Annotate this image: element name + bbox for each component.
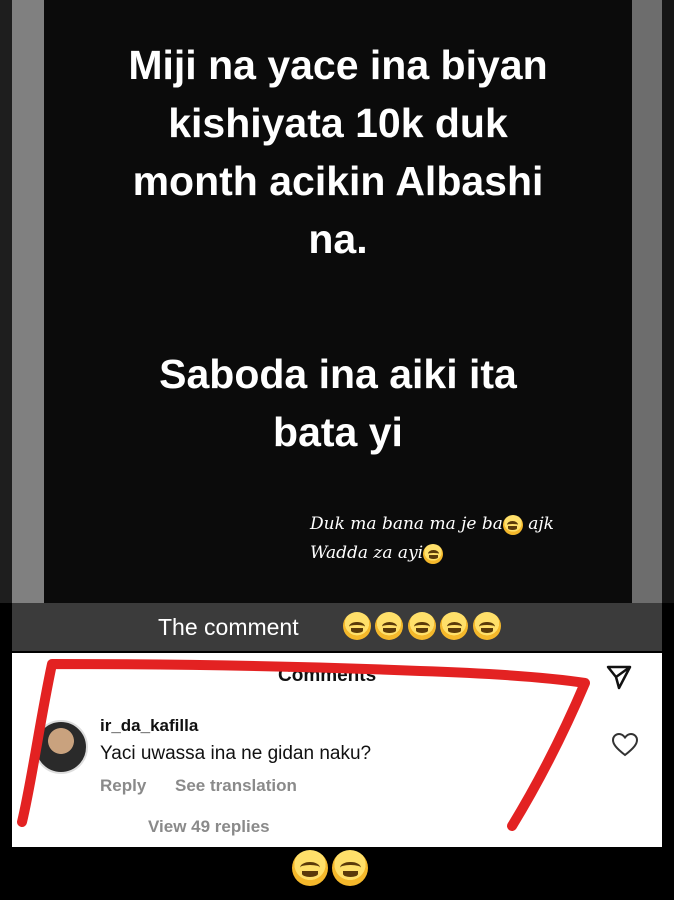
view-replies-button[interactable]: View 49 replies	[148, 817, 270, 837]
small-text-line: Duk ma bana ma je ba	[310, 514, 503, 534]
subheadline-line: bata yi	[273, 409, 403, 455]
comments-title: Comments	[278, 665, 377, 686]
story-right-border	[632, 0, 674, 603]
laughing-emoji	[332, 850, 369, 886]
story-headline: Miji na yace ina biyan kishiyata 10k duk…	[60, 36, 616, 268]
kiss-emoji	[502, 514, 523, 535]
caption-emojis	[343, 612, 501, 640]
shushing-emoji	[423, 543, 444, 564]
send-icon[interactable]	[606, 664, 632, 690]
headline-line: kishiyata 10k duk	[168, 100, 508, 146]
story-left-border	[0, 0, 44, 603]
heart-icon[interactable]	[612, 733, 638, 757]
headline-line: month acikin Albashi	[132, 158, 544, 204]
comment-text: Yaci uwassa ina ne gidan naku?	[100, 743, 372, 764]
story-subheadline: Saboda ina aiki ita bata yi	[60, 345, 616, 461]
laughing-emoji	[440, 612, 469, 640]
headline-line: Miji na yace ina biyan	[128, 42, 548, 88]
headline-line: na.	[308, 216, 368, 262]
caption-text: The comment	[158, 614, 299, 640]
small-text-suffix: ajk	[522, 514, 554, 534]
see-translation-button[interactable]: See translation	[175, 776, 297, 796]
laughing-emoji	[472, 612, 501, 640]
laughing-emoji	[407, 612, 436, 640]
bottom-emojis	[292, 850, 369, 886]
comment-username[interactable]: ir_da_kafilla	[100, 716, 198, 736]
subheadline-line: Saboda ina aiki ita	[159, 351, 517, 397]
reply-button[interactable]: Reply	[100, 776, 146, 796]
avatar[interactable]	[34, 720, 88, 774]
small-text-line: Wadda za ayi	[310, 543, 424, 563]
laughing-emoji	[375, 612, 404, 640]
laughing-emoji	[343, 612, 371, 640]
caption-bar	[12, 603, 662, 651]
laughing-emoji	[292, 850, 328, 886]
story-small-text: Duk ma bana ma je ba ajk Wadda za ayi	[310, 510, 554, 568]
